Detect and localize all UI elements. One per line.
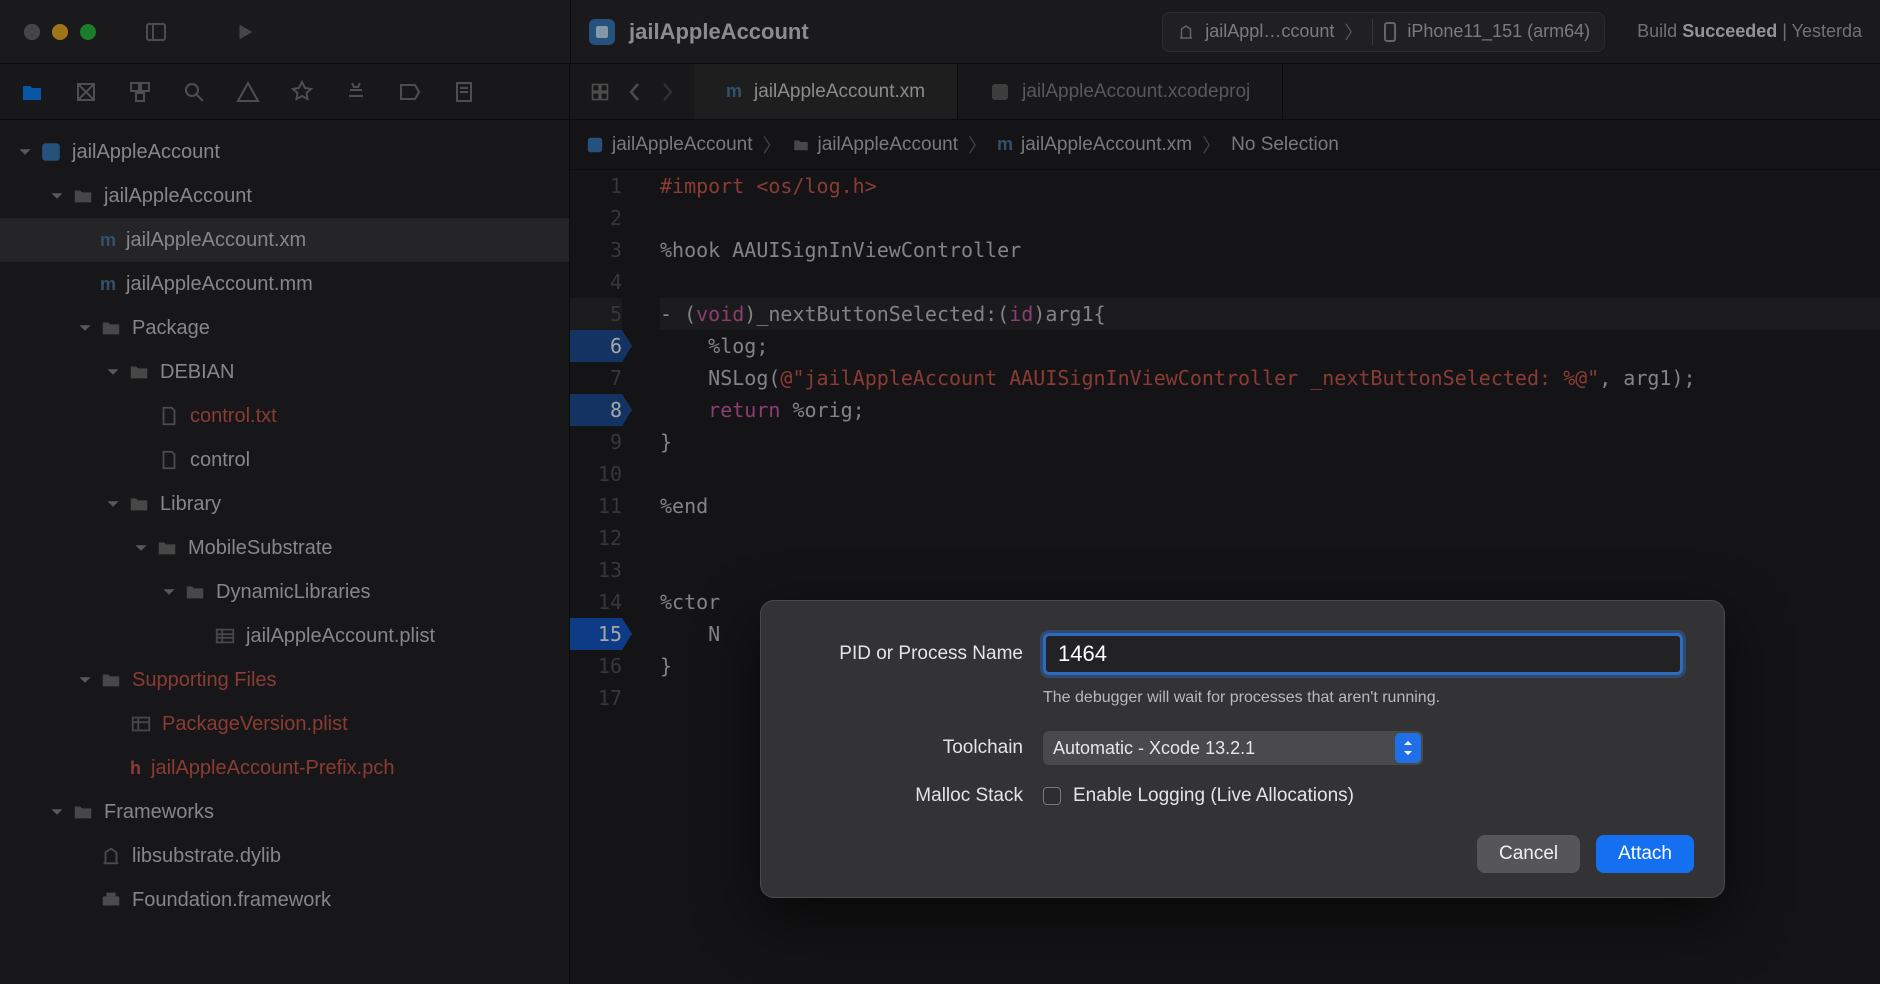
malloc-label: Malloc Stack — [791, 785, 1043, 807]
toolchain-label: Toolchain — [791, 737, 1043, 759]
dialog-hint: The debugger will wait for processes tha… — [1043, 689, 1694, 707]
pid-input[interactable] — [1043, 633, 1683, 675]
attach-button[interactable]: Attach — [1596, 835, 1694, 873]
select-arrows-icon — [1395, 733, 1421, 763]
cancel-button[interactable]: Cancel — [1477, 835, 1580, 873]
malloc-checkbox-label: Enable Logging (Live Allocations) — [1073, 785, 1354, 807]
attach-to-process-dialog: PID or Process Name The debugger will wa… — [760, 600, 1725, 898]
pid-label: PID or Process Name — [791, 643, 1043, 665]
toolchain-select[interactable]: Automatic - Xcode 13.2.1 — [1043, 731, 1423, 765]
malloc-checkbox[interactable] — [1043, 787, 1061, 805]
